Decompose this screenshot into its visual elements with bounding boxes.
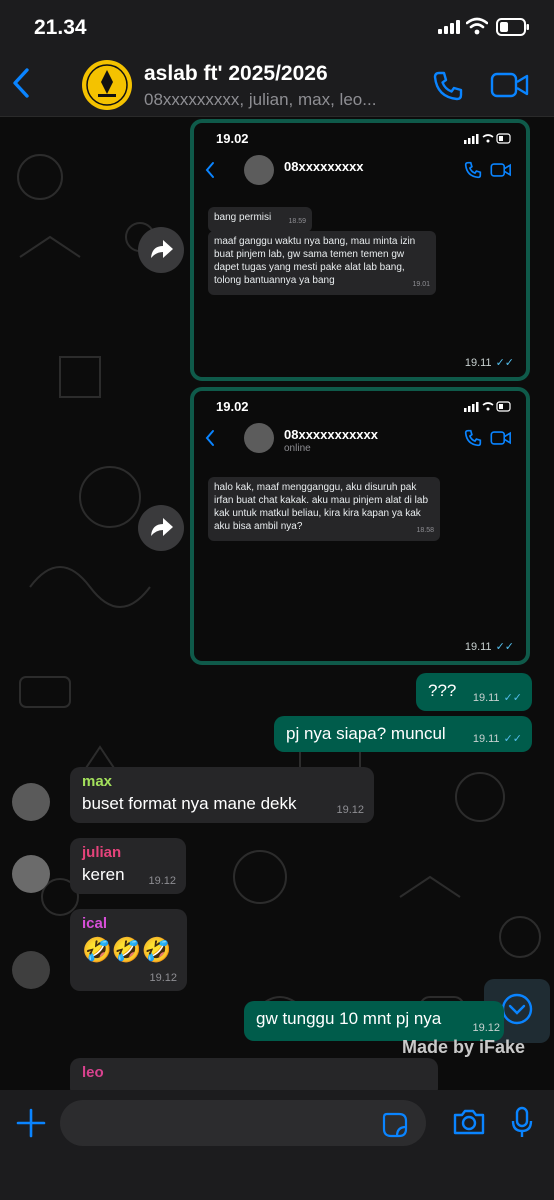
message-composer — [0, 1090, 554, 1200]
mini-contact-avatar — [244, 423, 274, 453]
sender-avatar[interactable] — [12, 783, 50, 821]
message-text: buset format nya mane dekk — [82, 794, 297, 813]
message-text: pj nya siapa? muncul — [286, 724, 446, 743]
cellular-signal-icon — [438, 20, 460, 34]
message-time: 19.12 — [336, 804, 364, 816]
message-time: 19.11 — [464, 357, 492, 369]
mini-message-text: maaf ganggu waktu nya bang, mau minta iz… — [214, 236, 416, 286]
message-time: 19.12 — [149, 972, 177, 984]
plus-icon[interactable] — [16, 1108, 46, 1138]
read-receipt-icon: ✓✓ — [495, 641, 514, 653]
message-input[interactable] — [60, 1100, 426, 1146]
group-avatar[interactable] — [82, 60, 132, 110]
forward-arrow-icon — [151, 240, 173, 258]
mini-message-bubble: maaf ganggu waktu nya bang, mau minta iz… — [208, 231, 436, 295]
message-meta: 19.11 ✓✓ — [465, 356, 514, 369]
mini-message-time: 19.01 — [412, 281, 430, 288]
mini-message-time: 18.58 — [416, 527, 434, 534]
message-text: 🤣🤣🤣 — [82, 937, 172, 964]
mini-chat-header: 08xxxxxxxxxxx online — [194, 421, 526, 459]
outgoing-message[interactable]: pj nya siapa? muncul 19.11 ✓✓ — [274, 716, 532, 752]
status-bar: 21.34 — [0, 0, 554, 54]
forward-share-button[interactable] — [138, 505, 184, 551]
mini-message-text: halo kak, maaf mengganggu, aku disuruh p… — [214, 482, 429, 532]
message-time: 19.12 — [472, 1022, 500, 1034]
sender-name[interactable]: max — [82, 773, 362, 790]
read-receipt-icon: ✓✓ — [503, 733, 522, 745]
message-text: keren — [82, 865, 125, 884]
outgoing-message[interactable]: gw tunggu 10 mnt pj nya 19.12 — [244, 1001, 504, 1041]
mini-contact-status: online — [284, 443, 311, 454]
university-logo — [86, 64, 128, 106]
mini-chat-header: 08xxxxxxxxx — [194, 153, 526, 191]
message-meta: 19.11 ✓✓ — [473, 732, 522, 745]
wifi-icon — [466, 17, 488, 35]
mini-contact-avatar — [244, 155, 274, 185]
sender-name[interactable]: julian — [82, 844, 174, 861]
message-time: 19.11 — [472, 692, 500, 704]
video-call-icon[interactable] — [490, 72, 530, 98]
sender-avatar[interactable] — [12, 951, 50, 989]
outgoing-message[interactable]: ??? 19.11 ✓✓ — [416, 673, 532, 711]
chat-header: aslab ft' 2025/2026 08xxxxxxxxx, julian,… — [0, 54, 554, 117]
mini-back-chevron-icon — [205, 430, 214, 446]
incoming-message[interactable]: julian keren 19.12 — [70, 838, 186, 894]
sticker-icon[interactable] — [382, 1112, 408, 1138]
microphone-icon[interactable] — [510, 1106, 534, 1140]
message-meta: 19.11 ✓✓ — [465, 640, 514, 653]
forward-share-button[interactable] — [138, 227, 184, 273]
mini-phone-icon — [464, 161, 482, 179]
mini-status-time: 19.02 — [216, 131, 249, 146]
forwarded-screenshot-2[interactable]: 19.02 08xxxxxxxxxxx online halo kak, maa… — [190, 387, 530, 665]
mini-back-chevron-icon — [205, 162, 214, 178]
read-receipt-icon: ✓✓ — [495, 357, 514, 369]
mini-message-bubble: bang permisi 18.59 — [208, 207, 312, 232]
mini-status-icons — [464, 133, 511, 144]
message-time: 19.12 — [148, 875, 176, 887]
message-meta: 19.11 ✓✓ — [473, 691, 522, 704]
battery-icon — [496, 18, 529, 36]
message-time: 19.11 — [464, 641, 492, 653]
back-chevron-icon[interactable] — [10, 66, 32, 100]
chat-area[interactable]: 19.02 08xxxxxxxxx bang permisi 18.59 maa… — [0, 117, 554, 1090]
message-text: ??? — [428, 681, 457, 700]
sender-name[interactable]: ical — [82, 915, 175, 932]
mini-video-icon — [490, 431, 511, 445]
status-time: 21.34 — [34, 16, 87, 39]
read-receipt-icon: ✓✓ — [503, 692, 522, 704]
mini-phone-icon — [464, 429, 482, 447]
incoming-message[interactable]: leo — [70, 1058, 438, 1090]
mini-contact-name: 08xxxxxxxxxxx — [284, 427, 378, 442]
sender-name[interactable]: leo — [82, 1064, 426, 1081]
mini-contact-name: 08xxxxxxxxx — [284, 159, 364, 174]
mini-video-icon — [490, 163, 511, 177]
forwarded-screenshot-1[interactable]: 19.02 08xxxxxxxxx bang permisi 18.59 maa… — [190, 119, 530, 381]
chat-title[interactable]: aslab ft' 2025/2026 — [144, 62, 328, 86]
mini-status-time: 19.02 — [216, 399, 249, 414]
mini-status-bar: 19.02 — [194, 391, 526, 421]
phone-call-icon[interactable] — [432, 70, 464, 102]
chat-participants[interactable]: 08xxxxxxxxx, julian, max, leo... — [144, 90, 424, 110]
mini-status-bar: 19.02 — [194, 123, 526, 153]
mini-message-text: bang permisi — [214, 212, 272, 223]
incoming-message[interactable]: ical 🤣🤣🤣 19.12 — [70, 909, 187, 991]
message-text: gw tunggu 10 mnt pj nya — [256, 1009, 442, 1028]
camera-icon[interactable] — [452, 1108, 486, 1136]
mini-message-bubble: halo kak, maaf mengganggu, aku disuruh p… — [208, 477, 440, 541]
mini-message-time: 18.59 — [288, 218, 306, 225]
sender-avatar[interactable] — [12, 855, 50, 893]
forward-arrow-icon — [151, 518, 173, 536]
mini-status-icons — [464, 401, 511, 412]
incoming-message[interactable]: max buset format nya mane dekk 19.12 — [70, 767, 374, 823]
message-time: 19.11 — [472, 733, 500, 745]
watermark: Made by iFake — [402, 1037, 526, 1057]
